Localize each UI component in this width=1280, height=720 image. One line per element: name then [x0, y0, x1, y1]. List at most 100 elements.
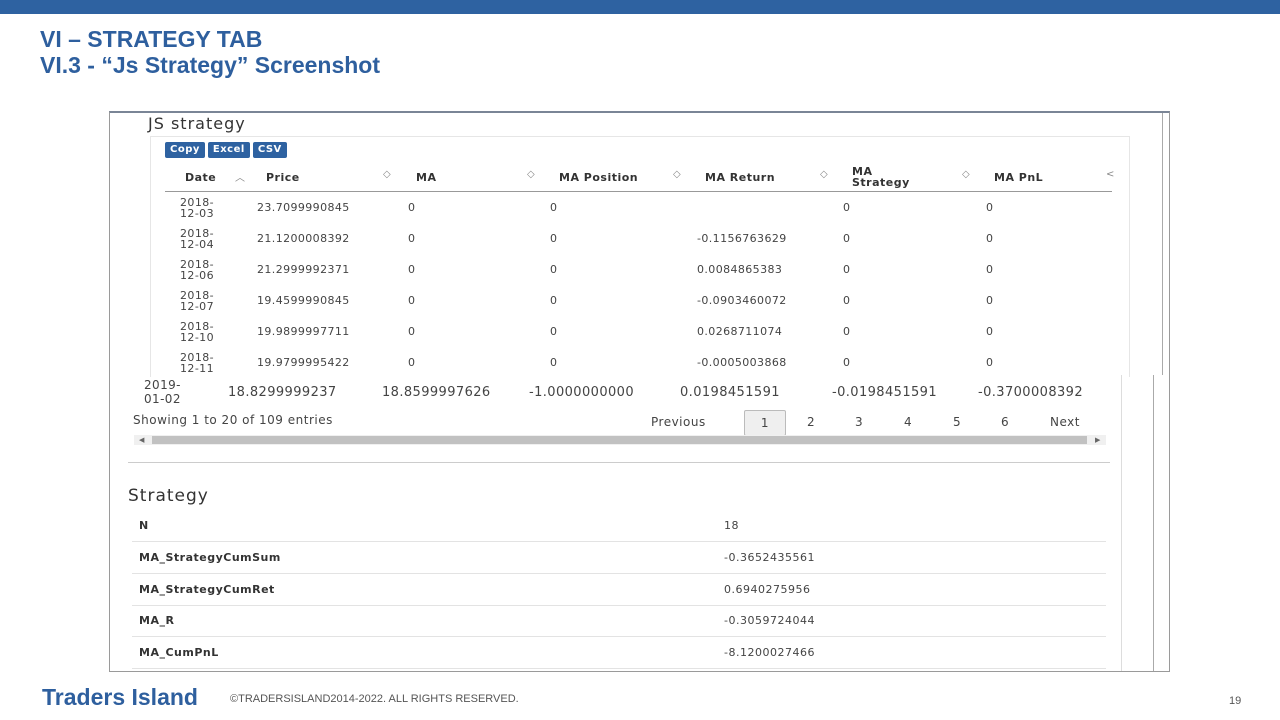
strategy-row-value: 18: [724, 519, 739, 532]
cell-price: 23.7099990845: [257, 201, 350, 214]
seam-line: [1162, 113, 1163, 375]
column-header-ma-strategy[interactable]: MA Strategy: [852, 163, 912, 191]
strategy-row-value: -0.3059724044: [724, 614, 815, 627]
copy-button[interactable]: Copy: [165, 142, 205, 158]
column-header-date[interactable]: Date: [185, 163, 216, 191]
entries-info: Showing 1 to 20 of 109 entries: [133, 413, 333, 427]
table-row-overflow: 2019-01-02 18.8299999237 18.8599997626 -…: [130, 375, 1110, 409]
csv-button[interactable]: CSV: [252, 142, 287, 158]
scroll-left-icon[interactable]: ◀: [139, 435, 144, 445]
export-buttons: Copy Excel CSV: [165, 142, 287, 158]
cell-date: 2018-12-10: [180, 319, 214, 344]
sort-icon[interactable]: ◇: [673, 169, 681, 180]
cell-ma-strategy: 0: [843, 325, 851, 338]
seam-line: [1121, 375, 1122, 671]
strategy-title: Strategy: [128, 486, 209, 506]
pager-next[interactable]: Next: [1050, 410, 1080, 434]
table-row: 2018-12-03 23.7099990845 0 0 0 0: [165, 192, 1112, 223]
slide-title-line-2: VI.3 - “Js Strategy” Screenshot: [40, 52, 381, 78]
cell-ma-pnl: 0: [986, 325, 994, 338]
strategy-row-name: MA_R: [139, 614, 175, 627]
column-header-ma-pnl[interactable]: MA PnL: [994, 163, 1043, 191]
cell-price: 18.8299999237: [228, 384, 337, 400]
cell-ma-return: 0.0084865383: [697, 263, 783, 276]
seam-line: [1153, 375, 1154, 671]
strategy-row-name: N: [139, 519, 149, 532]
strategy-row: MA_StrategyCumSum -0.3652435561: [132, 542, 1106, 574]
cell-date: 2018-12-11: [180, 350, 214, 375]
column-header-ma-return[interactable]: MA Return: [705, 163, 775, 191]
sort-asc-icon[interactable]: ︿: [235, 169, 245, 184]
pager-page-1[interactable]: 1: [744, 410, 786, 436]
cell-ma-pnl: 0: [986, 232, 994, 245]
footer-copyright: ©TRADERSISLAND2014-2022. ALL RIGHTS RESE…: [230, 693, 519, 705]
cell-date: 2018-12-03: [180, 195, 214, 220]
cell-ma-return: -0.0903460072: [697, 294, 787, 307]
cell-ma-position: 0: [550, 294, 558, 307]
scroll-right-icon[interactable]: ▶: [1095, 435, 1100, 445]
cell-ma-strategy: 0: [843, 263, 851, 276]
table-row: 2018-12-06 21.2999992371 0 0 0.008486538…: [165, 254, 1112, 285]
column-header-ma-position[interactable]: MA Position: [559, 163, 638, 191]
pager-page-3[interactable]: 3: [855, 410, 863, 434]
sort-icon[interactable]: ◇: [383, 169, 391, 180]
cell-ma-pnl: 0: [986, 263, 994, 276]
sort-icon[interactable]: ◇: [962, 169, 970, 180]
cell-ma-strategy: 0: [843, 294, 851, 307]
cell-ma-position: 0: [550, 325, 558, 338]
cell-ma-position: 0: [550, 232, 558, 245]
cell-ma-position: 0: [550, 201, 558, 214]
pager-previous[interactable]: Previous: [651, 410, 706, 434]
scrollbar-thumb[interactable]: [152, 436, 1087, 444]
js-strategy-title: JS strategy: [148, 114, 246, 133]
cell-ma: 0: [408, 325, 416, 338]
cell-ma-pnl: 0: [986, 356, 994, 369]
slide-title: VI – STRATEGY TAB VI.3 - “Js Strategy” S…: [40, 26, 380, 78]
cell-ma: 0: [408, 356, 416, 369]
column-header-ma[interactable]: MA: [416, 163, 436, 191]
cell-date: 2018-12-06: [180, 257, 214, 282]
pager-page-5[interactable]: 5: [953, 410, 961, 434]
cell-ma-strategy: 0: [843, 201, 851, 214]
cell-ma-position: 0: [550, 263, 558, 276]
strategy-row-value: 0.6940275956: [724, 583, 811, 596]
pager-page-6[interactable]: 6: [1001, 410, 1009, 434]
table-row: 2018-12-07 19.4599990845 0 0 -0.09034600…: [165, 285, 1112, 316]
cell-ma: 0: [408, 201, 416, 214]
slide-top-bar: [0, 0, 1280, 14]
cell-price: 19.9799995422: [257, 356, 350, 369]
cell-ma-strategy: 0: [843, 356, 851, 369]
strategy-row-name: MA_StrategyCumRet: [139, 583, 275, 596]
strategy-row-name: MA_CumPnL: [139, 646, 219, 659]
page-number: 19: [1229, 695, 1242, 707]
slide-title-line-1: VI – STRATEGY TAB: [40, 26, 263, 52]
sort-icon[interactable]: <: [1106, 169, 1114, 180]
sort-icon[interactable]: ◇: [527, 169, 535, 180]
cell-ma-position: 0: [550, 356, 558, 369]
pager-page-4[interactable]: 4: [904, 410, 912, 434]
cell-ma-pnl: 0: [986, 294, 994, 307]
cell-price: 19.9899997711: [257, 325, 350, 338]
cell-ma: 0: [408, 263, 416, 276]
cell-price: 21.1200008392: [257, 232, 350, 245]
cell-date: 2018-12-04: [180, 226, 214, 251]
table-header: Date ︿ Price ◇ MA ◇ MA Position ◇ MA Ret…: [165, 163, 1114, 192]
pager-page-2[interactable]: 2: [807, 410, 815, 434]
cell-ma-return: -0.1156763629: [697, 232, 787, 245]
table-row: 2018-12-11 19.9799995422 0 0 -0.00050038…: [165, 347, 1112, 378]
cell-ma-pnl: 0: [986, 201, 994, 214]
cell-date: 2018-12-07: [180, 288, 214, 313]
strategy-row: MA_R -0.3059724044: [132, 605, 1106, 637]
column-header-price[interactable]: Price: [266, 163, 300, 191]
horizontal-scrollbar[interactable]: ◀ ▶: [134, 435, 1106, 445]
sort-icon[interactable]: ◇: [820, 169, 828, 180]
screenshot-frame: JS strategy Copy Excel CSV Date ︿ Price …: [109, 111, 1170, 672]
cell-ma-strategy: 0: [843, 232, 851, 245]
cell-ma-return: 0.0198451591: [680, 384, 780, 400]
cell-ma-strategy: -0.0198451591: [832, 384, 938, 400]
cell-ma-position: -1.0000000000: [529, 384, 635, 400]
table-row: 2018-12-04 21.1200008392 0 0 -0.11567636…: [165, 223, 1112, 254]
cell-date: 2019-01-02: [144, 378, 181, 406]
excel-button[interactable]: Excel: [207, 142, 250, 158]
table-row: 2018-12-10 19.9899997711 0 0 0.026871107…: [165, 316, 1112, 347]
